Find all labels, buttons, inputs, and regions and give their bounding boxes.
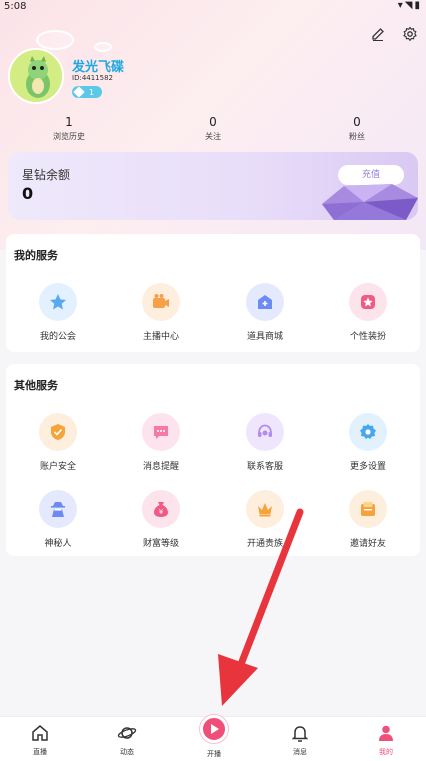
service-account-security[interactable]: 账户安全 (18, 413, 98, 472)
service-label: 神秘人 (44, 539, 72, 549)
nav-live[interactable]: 直播 (10, 723, 70, 757)
person-icon (379, 725, 393, 741)
planet-icon (117, 727, 137, 739)
gear-icon (349, 413, 387, 451)
nav-label: 消息 (293, 748, 307, 756)
stat-fans[interactable]: 0 粉丝 (327, 115, 387, 142)
my-services-title: 我的服务 (14, 249, 58, 262)
service-label: 财富等级 (142, 539, 179, 549)
gift-icon (349, 490, 387, 528)
stat-label: 关注 (205, 132, 221, 141)
service-label: 邀请好友 (349, 539, 386, 549)
gem-icon (73, 86, 85, 98)
nav-me[interactable]: 我的 (356, 723, 416, 757)
service-label: 消息提醒 (142, 462, 179, 472)
nav-go-live[interactable]: 开播 (184, 715, 244, 759)
service-my-guild[interactable]: 我的公会 (18, 283, 98, 342)
service-wealth-level[interactable]: ¥ 财富等级 (121, 490, 201, 549)
user-id: ID:4411582 (72, 74, 113, 82)
stat-label: 浏览历史 (53, 132, 85, 141)
stat-following[interactable]: 0 关注 (183, 115, 243, 142)
stats-row: 1 浏览历史 0 关注 0 粉丝 (0, 115, 426, 145)
service-label: 个性装扮 (349, 332, 386, 342)
crown-icon (246, 490, 284, 528)
other-services-title: 其他服务 (14, 379, 58, 392)
nav-messages[interactable]: 消息 (270, 723, 330, 757)
home-icon (32, 725, 48, 741)
settings-gear-icon[interactable] (402, 26, 418, 42)
service-label: 更多设置 (349, 462, 386, 472)
go-live-button[interactable] (200, 715, 228, 743)
balance-amount: 0 (22, 184, 34, 203)
nav-label: 开播 (207, 750, 221, 758)
diamond-art-icon (322, 184, 418, 220)
service-label: 账户安全 (39, 462, 76, 472)
service-prop-shop[interactable]: 道具商城 (225, 283, 305, 342)
username: 发光飞碟 (72, 60, 125, 75)
other-services-card: 其他服务 账户安全 消息提醒 联系客服 更多设置 神秘人 ¥ 财富等级 开通贵族… (6, 364, 420, 556)
edit-icon[interactable] (370, 26, 386, 42)
service-label: 我的公会 (39, 332, 76, 342)
nav-label: 直播 (33, 748, 47, 756)
service-nobility[interactable]: 开通贵族 (225, 490, 305, 549)
guild-star-icon (39, 283, 77, 321)
shop-icon (246, 283, 284, 321)
bottom-nav: 直播 动态 开播 消息 我的 (0, 715, 426, 761)
top-actions (370, 26, 418, 42)
stat-label: 粉丝 (349, 132, 365, 141)
headset-icon (246, 413, 284, 451)
decoration-bubble (36, 30, 74, 50)
balance-card: 星钻余额 0 充值 (8, 152, 418, 220)
service-more-settings[interactable]: 更多设置 (328, 413, 408, 472)
play-icon (211, 724, 219, 734)
service-message-alerts[interactable]: 消息提醒 (121, 413, 201, 472)
service-anchor-center[interactable]: 主播中心 (121, 283, 201, 342)
status-time: 5:08 (4, 1, 27, 12)
my-services-card: 我的服务 我的公会 主播中心 道具商城 个性装扮 (6, 234, 420, 352)
service-label: 主播中心 (142, 332, 179, 342)
service-customer-support[interactable]: 联系客服 (225, 413, 305, 472)
shield-icon (39, 413, 77, 451)
decoration-bubble (94, 42, 112, 52)
money-bag-icon: ¥ (142, 490, 180, 528)
balance-title: 星钻余额 (22, 168, 71, 182)
service-label: 联系客服 (246, 462, 283, 472)
level-badge: 1 (72, 86, 102, 98)
nav-label: 动态 (120, 748, 134, 756)
service-label: 开通贵族 (246, 539, 283, 549)
service-mystery-person[interactable]: 神秘人 (18, 490, 98, 549)
service-personal-decor[interactable]: 个性装扮 (328, 283, 408, 342)
level-value: 1 (89, 87, 95, 97)
status-bar: 5:08 ▾◥▮ (0, 0, 426, 14)
stat-value: 0 (353, 115, 361, 129)
stat-value: 1 (65, 115, 73, 129)
camera-icon (142, 283, 180, 321)
service-label: 道具商城 (246, 332, 283, 342)
avatar[interactable] (8, 48, 64, 104)
nav-label: 我的 (379, 748, 393, 756)
stat-history[interactable]: 1 浏览历史 (39, 115, 99, 142)
svg-text:¥: ¥ (159, 508, 164, 516)
decor-star-icon (349, 283, 387, 321)
system-icons: ▾◥▮ (397, 0, 422, 11)
chat-icon (142, 413, 180, 451)
stat-value: 0 (209, 115, 217, 129)
nav-feed[interactable]: 动态 (97, 723, 157, 757)
bell-icon (291, 726, 309, 742)
service-invite-friends[interactable]: 邀请好友 (328, 490, 408, 549)
mystery-icon (39, 490, 77, 528)
